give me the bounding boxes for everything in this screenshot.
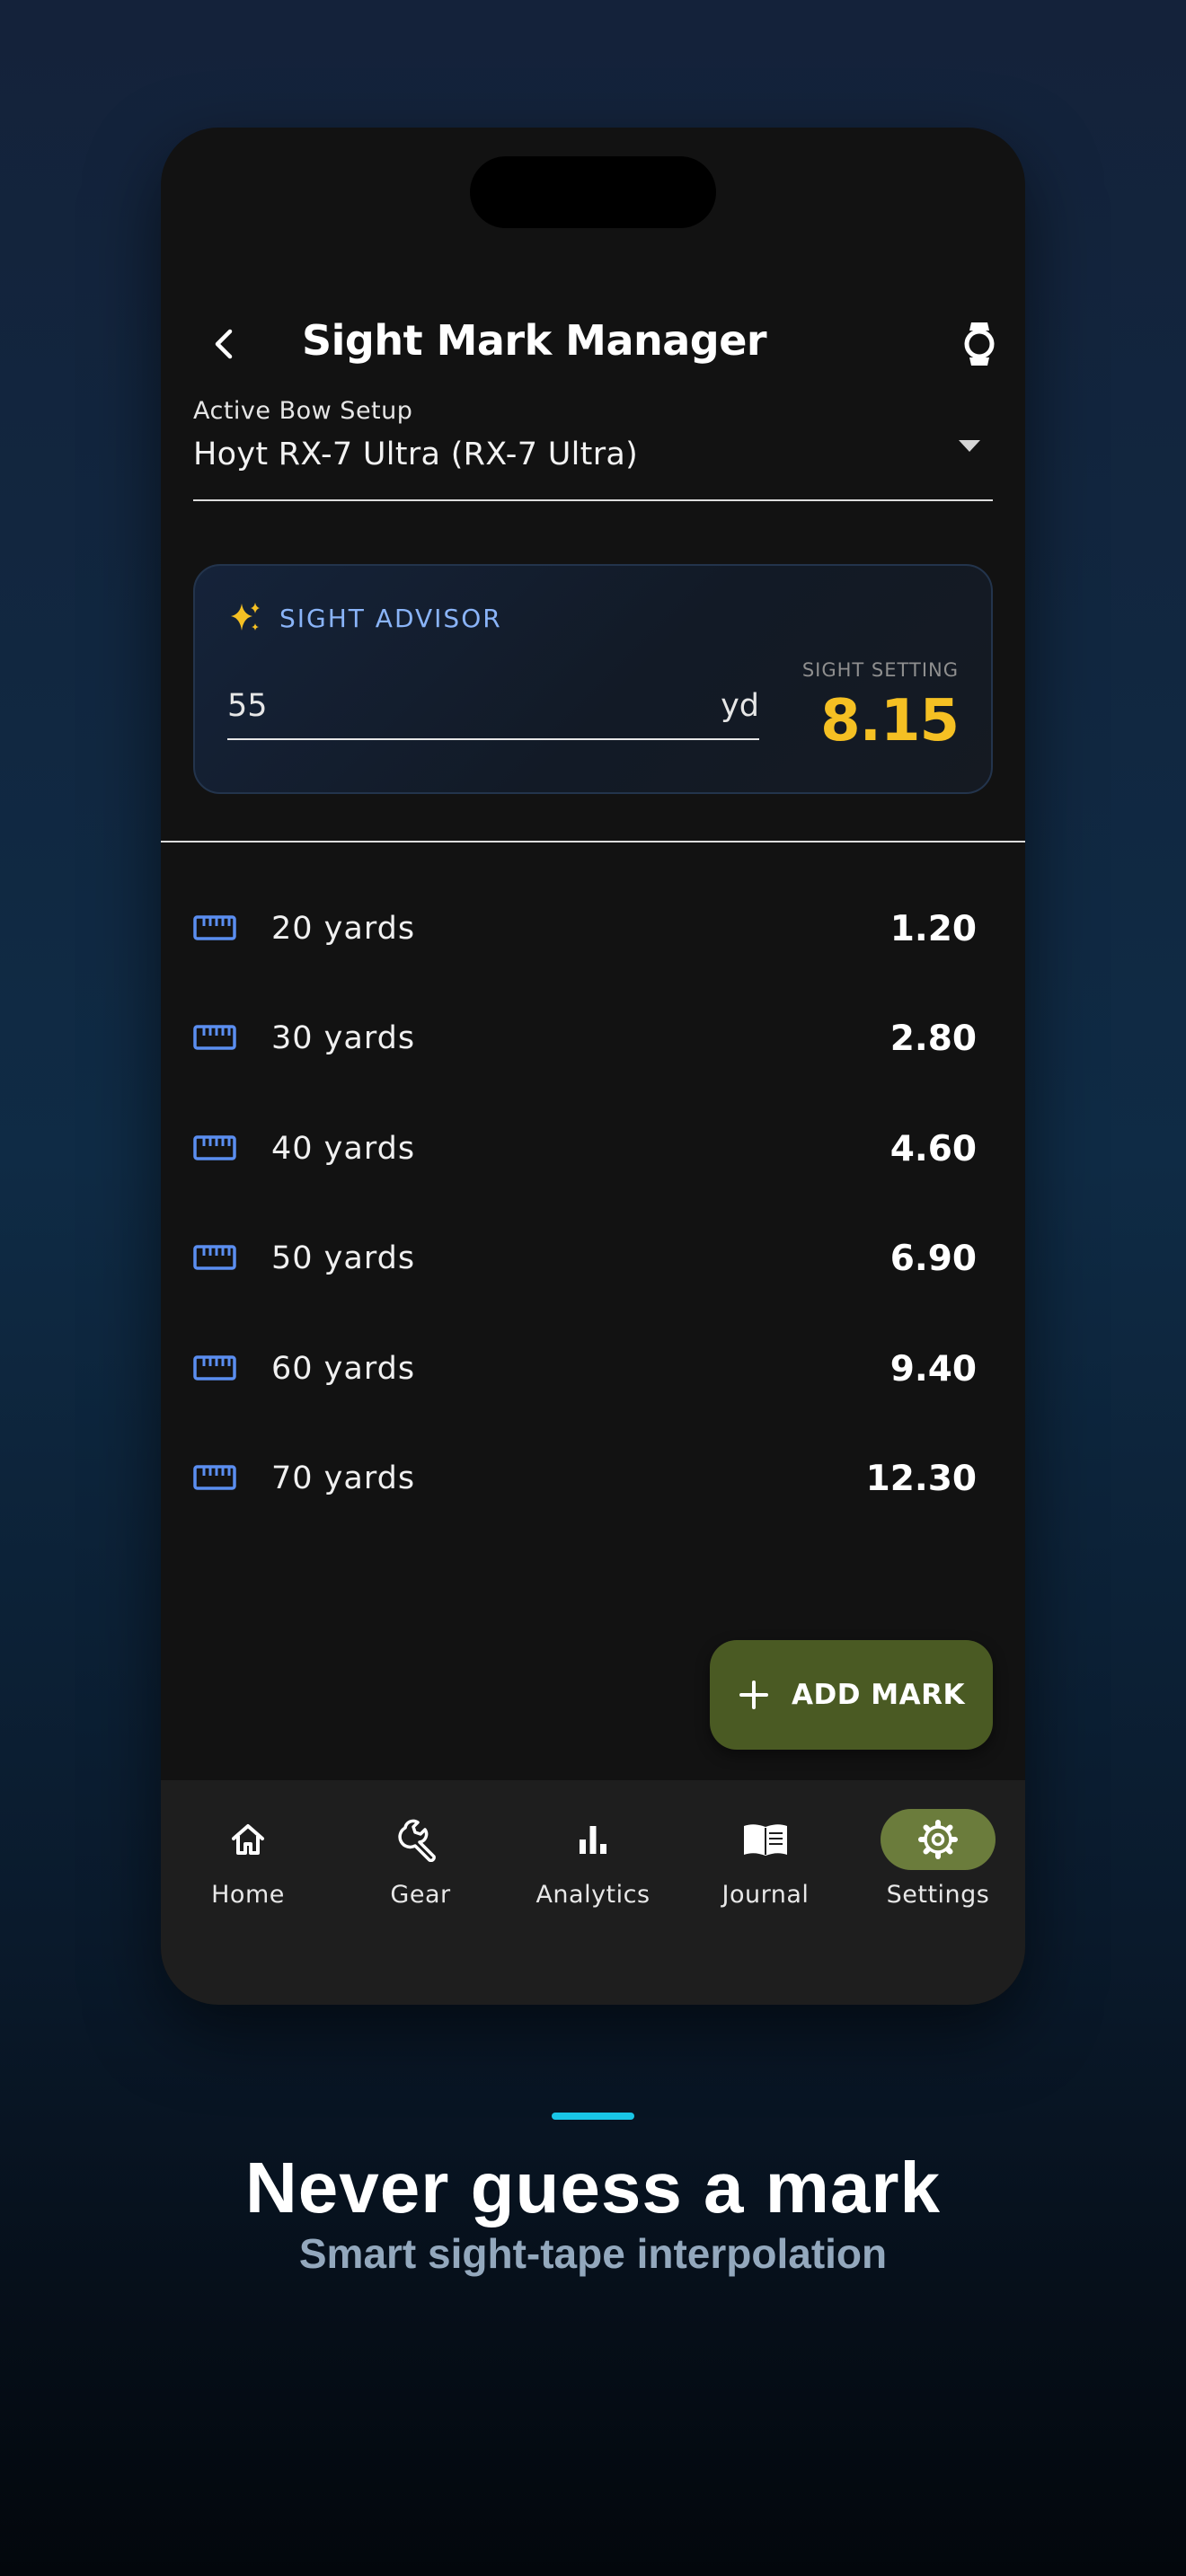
gear-icon xyxy=(918,1820,958,1859)
mark-distance: 70 yards xyxy=(271,1460,416,1496)
sight-mark-row[interactable]: 70 yards 12.30 xyxy=(161,1426,1025,1536)
sparkle-icon xyxy=(231,603,260,631)
back-arrow-icon xyxy=(215,329,233,359)
plus-icon xyxy=(739,1681,768,1709)
mark-distance: 20 yards xyxy=(271,911,416,947)
mark-distance: 60 yards xyxy=(271,1350,416,1387)
sight-setting-value: 8.15 xyxy=(820,688,960,754)
dropdown-caret-icon xyxy=(959,440,980,452)
watch-button[interactable] xyxy=(946,311,1013,377)
nav-pill xyxy=(708,1809,823,1870)
mark-value: 1.20 xyxy=(890,909,977,949)
mark-distance: 50 yards xyxy=(271,1240,416,1277)
page-title: Sight Mark Manager xyxy=(302,316,767,365)
nav-label: Home xyxy=(211,1881,285,1909)
wrench-icon xyxy=(398,1819,436,1862)
nav-item-journal[interactable]: Journal xyxy=(679,1780,852,1924)
home-icon xyxy=(232,1824,264,1855)
book-icon xyxy=(744,1824,787,1856)
advisor-distance-input[interactable]: 55 yd xyxy=(227,683,759,740)
dynamic-island xyxy=(470,156,716,228)
nav-item-home[interactable]: Home xyxy=(162,1780,334,1924)
nav-pill xyxy=(363,1809,478,1870)
mark-distance: 30 yards xyxy=(271,1020,416,1057)
nav-item-gear[interactable]: Gear xyxy=(334,1780,507,1924)
sight-mark-row[interactable]: 20 yards 1.20 xyxy=(161,877,1025,986)
back-button[interactable] xyxy=(191,311,258,377)
nav-label: Analytics xyxy=(535,1881,651,1909)
bow-setup-dropdown[interactable]: Active Bow Setup Hoyt RX-7 Ultra (RX-7 U… xyxy=(193,397,993,501)
mark-value: 9.40 xyxy=(890,1348,977,1389)
add-mark-label: ADD MARK xyxy=(792,1679,965,1711)
mark-distance: 40 yards xyxy=(271,1130,416,1167)
advisor-distance-unit: yd xyxy=(721,688,759,724)
advisor-title: SIGHT ADVISOR xyxy=(279,603,502,633)
advisor-distance-value: 55 xyxy=(227,688,268,724)
mark-value: 4.60 xyxy=(890,1128,977,1169)
add-mark-button[interactable]: ADD MARK xyxy=(710,1640,993,1750)
advisor-header: SIGHT ADVISOR xyxy=(227,600,502,636)
section-divider xyxy=(161,841,1025,842)
promo-subheadline: Smart sight-tape interpolation xyxy=(298,2230,888,2277)
nav-pill xyxy=(535,1809,651,1870)
ruler-icon xyxy=(193,1245,236,1270)
sight-mark-row[interactable]: 40 yards 4.60 xyxy=(161,1097,1025,1206)
ruler-icon xyxy=(193,1465,236,1490)
bar-chart-icon xyxy=(580,1826,606,1854)
bottom-navigation: Home Gear Analytics Journal Settings xyxy=(161,1780,1025,2005)
sight-advisor-card: SIGHT ADVISOR 55 yd SIGHT SETTING 8.15 xyxy=(193,564,993,794)
ruler-icon xyxy=(193,915,236,940)
sight-mark-row[interactable]: 50 yards 6.90 xyxy=(161,1206,1025,1316)
bow-setup-label: Active Bow Setup xyxy=(193,397,413,425)
nav-label: Gear xyxy=(390,1881,451,1909)
promo-headline: Never guess a mark xyxy=(244,2148,941,2228)
app-bar: Sight Mark Manager xyxy=(161,280,1025,408)
nav-pill xyxy=(190,1809,305,1870)
ruler-icon xyxy=(193,1025,236,1051)
ruler-icon xyxy=(193,1354,236,1381)
nav-item-analytics[interactable]: Analytics xyxy=(507,1780,679,1924)
ruler-icon xyxy=(193,1135,236,1160)
phone-frame: Sight Mark Manager Active Bow Setup Hoyt… xyxy=(161,128,1025,2005)
mark-value: 12.30 xyxy=(865,1458,977,1499)
accent-bar xyxy=(552,2113,634,2120)
mark-value: 2.80 xyxy=(890,1019,977,1060)
sight-mark-row[interactable]: 60 yards 9.40 xyxy=(161,1317,1025,1426)
mark-value: 6.90 xyxy=(890,1239,977,1280)
nav-pill-active xyxy=(881,1809,996,1870)
sight-mark-list: 20 yards 1.20 30 yards 2.80 40 yards 4.6… xyxy=(161,877,1025,1536)
nav-label: Journal xyxy=(721,1881,810,1909)
sight-mark-row[interactable]: 30 yards 2.80 xyxy=(161,986,1025,1096)
watch-icon xyxy=(964,322,995,366)
nav-item-settings[interactable]: Settings xyxy=(852,1780,1024,1924)
bow-setup-value: Hoyt RX-7 Ultra (RX-7 Ultra) xyxy=(193,437,639,472)
sight-setting-label: SIGHT SETTING xyxy=(801,659,959,681)
nav-label: Settings xyxy=(886,1881,990,1909)
